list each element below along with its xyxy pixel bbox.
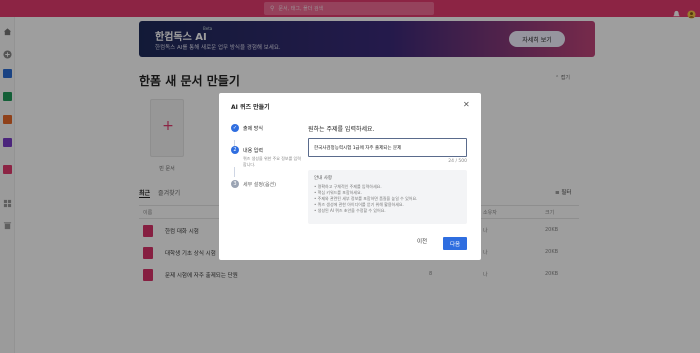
dialog-title: AI 퀴즈 만들기 xyxy=(231,104,270,111)
step-line xyxy=(234,167,235,177)
next-button[interactable]: 다음 xyxy=(443,237,467,250)
close-icon[interactable]: ✕ xyxy=(463,100,470,109)
content-heading: 원하는 주제를 입력하세요. xyxy=(308,126,375,133)
guide-item: • 생성된 AI 퀴즈 초안을 수정할 수 있어요. xyxy=(314,208,386,213)
ai-quiz-dialog: AI 퀴즈 만들기 ✕ ✓ 출제 방식 2 내용 입력 퀴즈 생성을 위한 주요… xyxy=(219,93,481,260)
guide-title: 안내 사항 xyxy=(314,176,332,181)
character-counter: 24 / 500 xyxy=(448,159,467,164)
prev-button[interactable]: 이전 xyxy=(417,237,427,245)
step-desc: 퀴즈 생성을 위한 주요 정보를 입력합니다. xyxy=(243,156,301,167)
guide-box: 안내 사항 • 명확하고 구체적인 주제를 입력하세요. • 핵심 키워드를 포… xyxy=(308,170,467,224)
step-label: 내용 입력 xyxy=(243,148,263,154)
step-label: 세부 설정(옵션) xyxy=(243,182,277,188)
check-icon: ✓ xyxy=(231,124,239,132)
step-number: 3 xyxy=(231,180,239,188)
step-label: 출제 방식 xyxy=(243,126,263,132)
topic-input[interactable]: 한국사검정능력시험 1급에 자주 출제되는 문제 xyxy=(308,138,467,157)
step-number: 2 xyxy=(231,146,239,154)
